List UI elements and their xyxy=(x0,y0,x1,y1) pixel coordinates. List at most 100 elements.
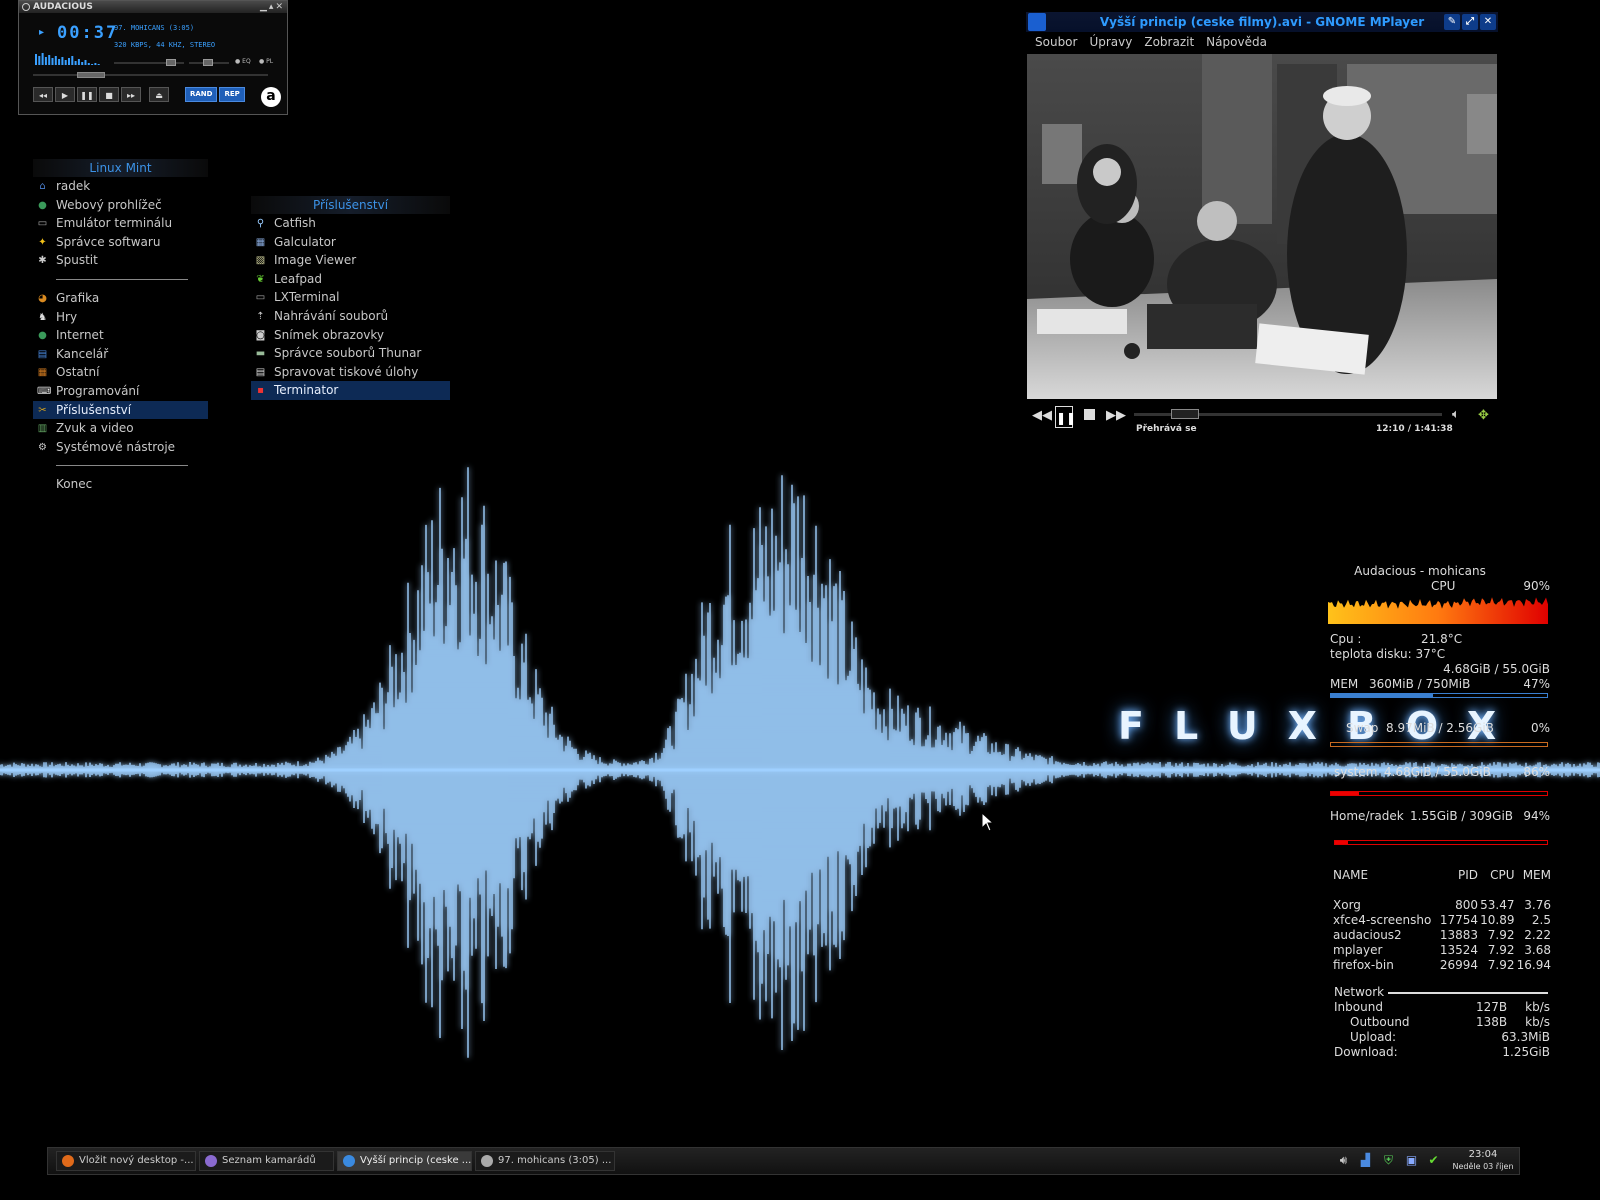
menu-zobrazit[interactable]: Zobrazit xyxy=(1144,32,1194,52)
submenu-item-catfish[interactable]: ⚲ Catfish xyxy=(251,214,450,233)
menu-item-label: Příslušenství xyxy=(56,402,132,417)
submenu-item-spr-vce-soubor-thunar[interactable]: ▬ Správce souborů Thunar xyxy=(251,344,450,363)
pause-button[interactable]: ❚❚ xyxy=(77,87,97,102)
menu-napoveda[interactable]: Nápověda xyxy=(1206,32,1267,52)
menu-item-grafika[interactable]: ◕ Grafika xyxy=(33,289,208,308)
menu-item-p-slu-enstv[interactable]: ✂ Příslušenství xyxy=(33,400,208,420)
taskbar-task[interactable]: 97. mohicans (3:05) ... xyxy=(475,1151,615,1171)
stop-button[interactable]: ■ xyxy=(99,87,119,102)
download-label: Download: xyxy=(1334,1045,1398,1059)
mouse-cursor-icon xyxy=(981,812,995,832)
menu-item-label: Zvuk a video xyxy=(56,421,134,436)
balance-slider[interactable] xyxy=(189,59,229,66)
mplayer-title: Vyšší princip (ceske filmy).avi - GNOME … xyxy=(1099,15,1425,29)
network-tray-icon[interactable]: ▟ xyxy=(1358,1152,1373,1168)
submenu-item-image-viewer[interactable]: ▧ Image Viewer xyxy=(251,251,450,270)
audacious-seekbar[interactable] xyxy=(33,72,268,78)
close-icon[interactable]: ✕ xyxy=(1480,14,1496,30)
play-button[interactable]: ▶ xyxy=(55,87,75,102)
menu-item-spustit[interactable]: ✱ Spustit xyxy=(33,251,208,270)
taskbar-task[interactable]: Seznam kamarádů xyxy=(199,1151,334,1171)
audacious-window-controls[interactable]: ▁▴✕ xyxy=(260,1,285,13)
video-frame[interactable] xyxy=(1027,54,1497,399)
menu-item-programov-n[interactable]: ⌨ Programování xyxy=(33,382,208,401)
clock[interactable]: 23:04 Neděle 03 říjen xyxy=(1448,1149,1518,1173)
menu-item-label: Internet xyxy=(56,328,104,343)
rewind-button[interactable]: ◀◀ xyxy=(1032,408,1052,423)
menu-item-hry[interactable]: ♞ Hry xyxy=(33,308,208,327)
menu-item-kancel[interactable]: ▤ Kancelář xyxy=(33,345,208,364)
submenu-item-lxterminal[interactable]: ▭ LXTerminal xyxy=(251,288,450,307)
outbound-label: Outbound xyxy=(1350,1015,1410,1029)
process-row: firefox-bin 26994 7.92 16.94 xyxy=(1333,957,1551,972)
menu-item-internet[interactable]: ● Internet xyxy=(33,326,208,345)
taskbar-task[interactable]: Vložit nový desktop -... xyxy=(56,1151,196,1171)
eject-button[interactable]: ⏏ xyxy=(149,87,169,102)
mplayer-controls: ◀◀ ❚❚ ▶▶ Přehrává se 12:10 / 1:41:38 🔈︎ … xyxy=(1026,402,1498,436)
stop-button[interactable] xyxy=(1084,409,1095,420)
mplayer-seekbar[interactable] xyxy=(1134,409,1442,419)
mplayer-app-icon[interactable] xyxy=(1028,13,1046,31)
system-value: 4.68GiB / 55.0GiB xyxy=(1384,765,1491,779)
process-row: mplayer 13524 7.92 3.68 xyxy=(1333,942,1551,957)
fullscreen-icon[interactable]: ✥ xyxy=(1478,408,1489,423)
volume-slider[interactable] xyxy=(114,59,184,66)
cpu-percent: 90% xyxy=(1523,579,1550,593)
volume-tray-icon[interactable]: 🔊︎ xyxy=(1336,1152,1351,1168)
submenu-item-sn-mek-obrazovky[interactable]: ◙ Snímek obrazovky xyxy=(251,326,450,345)
menu-item-label: Spravovat tiskové úlohy xyxy=(274,364,419,379)
audacious-window[interactable]: AUDACIOUS ▁▴✕ ▸ 00:37 97. MOHICANS (3:05… xyxy=(18,0,288,115)
menu-item-label: Terminator xyxy=(274,383,339,398)
shield-tray-icon[interactable]: ⛨ xyxy=(1381,1152,1396,1168)
forward-button[interactable]: ▶▶ xyxy=(1106,408,1126,423)
menu-item-ostatn[interactable]: ▦ Ostatní xyxy=(33,363,208,382)
repeat-toggle[interactable]: REP xyxy=(219,87,245,102)
menu-item-syst-mov-n-stroje[interactable]: ⚙ Systémové nástroje xyxy=(33,438,208,457)
menu-item-emul-tor-termin-lu[interactable]: ▭ Emulátor terminálu xyxy=(33,214,208,233)
submenu-item-leafpad[interactable]: ❦ Leafpad xyxy=(251,270,450,289)
outbound-value: 138B xyxy=(1476,1015,1508,1029)
submenu-item-spravovat-tiskov-lohy[interactable]: ▤ Spravovat tiskové úlohy xyxy=(251,363,450,382)
update-tray-icon[interactable]: ✔ xyxy=(1426,1152,1441,1168)
audacious-menu-icon[interactable] xyxy=(22,3,30,11)
submenu-item-nahr-v-n-soubor[interactable]: ⇡ Nahrávání souborů xyxy=(251,307,450,326)
audacious-titlebar[interactable]: AUDACIOUS ▁▴✕ xyxy=(19,1,287,13)
playlist-toggle[interactable]: ● PL xyxy=(259,58,273,65)
home-label: Home/radek xyxy=(1330,809,1404,823)
menu-soubor[interactable]: Soubor xyxy=(1035,32,1077,52)
swap-percent: 0% xyxy=(1530,721,1550,735)
root-menu-title: Linux Mint xyxy=(33,159,208,177)
terminal-icon: ▭ xyxy=(37,218,48,230)
accessories-icon: ✂ xyxy=(38,404,47,416)
mplayer-window[interactable]: Vyšší princip (ceske filmy).avi - GNOME … xyxy=(1026,12,1498,436)
audacious-stream-info: 320 KBPS, 44 KHZ, STEREO xyxy=(114,41,216,49)
swap-bar xyxy=(1330,742,1548,747)
eq-toggle[interactable]: ● EQ xyxy=(235,58,251,65)
menu-item-webov-prohl-e[interactable]: ● Webový prohlížeč xyxy=(33,196,208,215)
menu-item-spr-vce-softwaru[interactable]: ✦ Správce softwaru xyxy=(33,233,208,252)
submenu-item-terminator[interactable]: ▪ Terminator xyxy=(251,381,450,400)
next-button[interactable]: ▸▸ xyxy=(121,87,141,102)
submenu-item-galculator[interactable]: ▦ Galculator xyxy=(251,233,450,252)
menu-item-zvuk-a-video[interactable]: ▥ Zvuk a video xyxy=(33,419,208,438)
menu-item-radek[interactable]: ⌂ radek xyxy=(33,177,208,196)
shade-icon[interactable]: ✎ xyxy=(1444,14,1460,30)
taskbar-task[interactable]: Vyšší princip (ceske ... xyxy=(337,1151,472,1171)
leaf-icon: ❦ xyxy=(256,273,265,285)
menu-item-label: Grafika xyxy=(56,290,100,305)
volume-icon[interactable]: 🔈︎ xyxy=(1452,407,1460,422)
menu-item-label: LXTerminal xyxy=(274,290,340,305)
maximize-icon[interactable]: ⤢ xyxy=(1462,14,1478,30)
pause-button[interactable]: ❚❚ xyxy=(1055,406,1076,428)
menu-item-label: Image Viewer xyxy=(274,253,357,268)
mplayer-titlebar[interactable]: Vyšší princip (ceske filmy).avi - GNOME … xyxy=(1026,12,1498,32)
audacious-logo-icon[interactable]: a xyxy=(261,87,281,107)
shuffle-toggle[interactable]: RAND xyxy=(185,87,218,102)
audacious-visualizer xyxy=(35,53,100,65)
menu-upravy[interactable]: Úpravy xyxy=(1089,32,1132,52)
previous-button[interactable]: ◂◂ xyxy=(33,87,53,102)
clipboard-tray-icon[interactable]: ▣ xyxy=(1404,1152,1419,1168)
upload-label: Upload: xyxy=(1350,1030,1397,1044)
audacious-time[interactable]: 00:37 xyxy=(57,23,118,43)
menu-item-exit[interactable]: Konec xyxy=(33,475,208,494)
